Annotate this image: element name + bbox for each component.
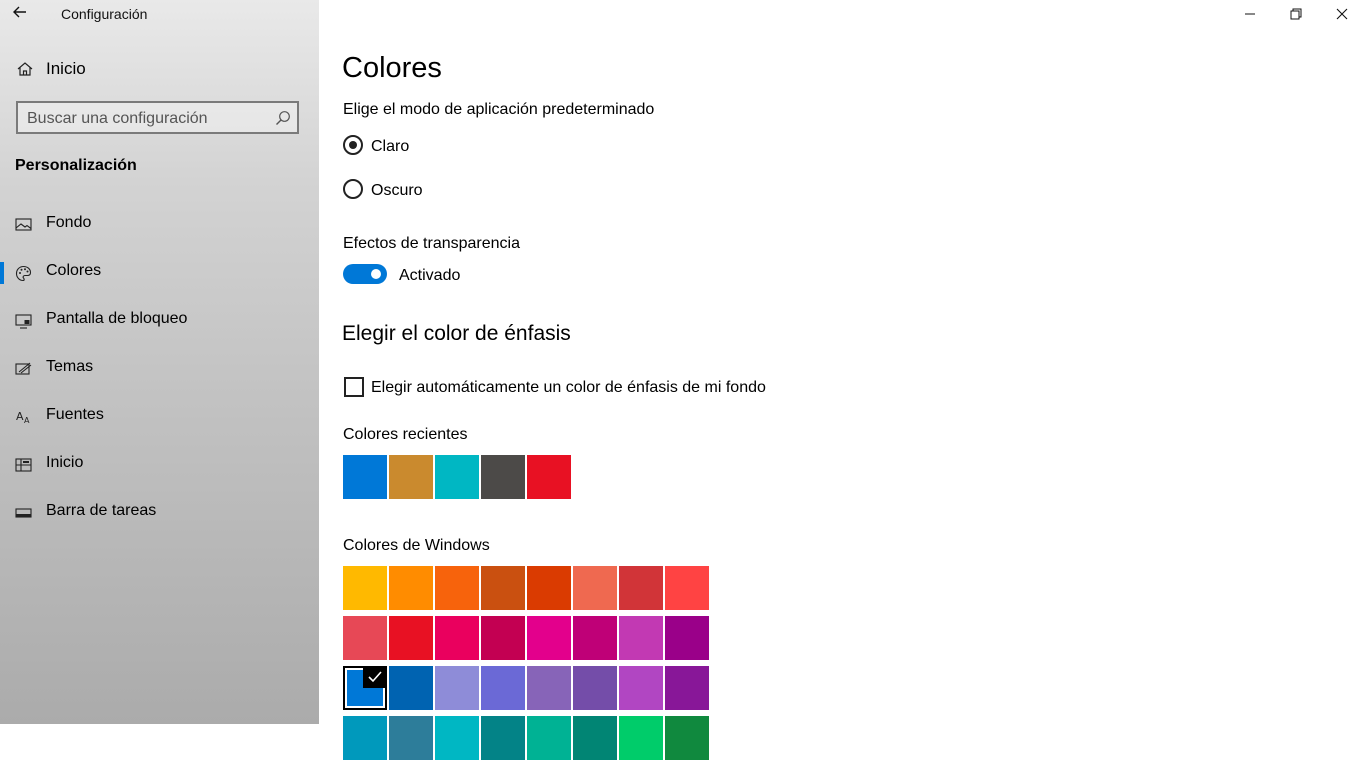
sidebar-item-barra-de-tareas[interactable]: Barra de tareas <box>0 494 319 532</box>
recent-colors-label: Colores recientes <box>343 426 468 443</box>
accent-heading: Elegir el color de énfasis <box>342 322 571 345</box>
restore-button[interactable] <box>1273 0 1319 28</box>
close-button[interactable] <box>1319 0 1356 28</box>
minimize-icon <box>1245 13 1255 15</box>
windows-color-swatch[interactable] <box>343 716 387 760</box>
windows-color-swatch[interactable] <box>343 616 387 660</box>
back-button[interactable] <box>10 3 38 25</box>
radio-claro[interactable] <box>343 135 363 155</box>
app-mode-label: Elige el modo de aplicación predetermina… <box>343 101 655 118</box>
sidebar-item-label: Fuentes <box>46 406 104 423</box>
close-icon <box>1336 8 1348 20</box>
sidebar: Configuración Inicio Personalización Fon… <box>0 0 319 724</box>
windows-color-swatch[interactable] <box>389 666 433 710</box>
windows-color-swatch[interactable] <box>435 716 479 760</box>
windows-color-swatch[interactable] <box>619 566 663 610</box>
nav-home[interactable]: Inicio <box>0 52 319 86</box>
windows-color-swatch[interactable] <box>481 616 525 660</box>
recent-colors-row <box>343 455 571 499</box>
back-arrow-icon <box>13 6 26 18</box>
windows-color-swatch[interactable] <box>343 666 387 710</box>
auto-accent-label[interactable]: Elegir automáticamente un color de énfas… <box>371 379 766 397</box>
windows-color-swatch[interactable] <box>435 666 479 710</box>
windows-color-swatch[interactable] <box>665 616 709 660</box>
section-title: Personalización <box>15 157 137 174</box>
sidebar-item-label: Colores <box>46 262 102 279</box>
windows-color-swatch[interactable] <box>665 716 709 760</box>
search-input[interactable] <box>18 103 279 134</box>
taskbar-icon <box>15 508 32 518</box>
windows-color-swatch[interactable] <box>619 616 663 660</box>
sidebar-item-label: Inicio <box>46 454 84 471</box>
app-title: Configuración <box>61 6 148 22</box>
checkmark-icon <box>363 666 387 688</box>
recent-color-swatch[interactable] <box>527 455 571 499</box>
search-icon[interactable] <box>275 110 291 126</box>
sidebar-item-inicio[interactable]: Inicio <box>0 446 319 484</box>
sidebar-item-pantalla-de-bloqueo[interactable]: Pantalla de bloqueo <box>0 302 319 340</box>
toggle-knob <box>371 269 381 279</box>
recent-color-swatch[interactable] <box>481 455 525 499</box>
svg-text:A: A <box>16 410 24 423</box>
search-box[interactable] <box>16 101 299 134</box>
auto-accent-checkbox[interactable] <box>344 377 364 397</box>
sidebar-item-label: Temas <box>46 358 94 375</box>
windows-colors-row <box>343 566 709 610</box>
windows-colors-row <box>343 716 709 760</box>
windows-colors-row <box>343 616 709 660</box>
windows-color-swatch[interactable] <box>619 666 663 710</box>
sidebar-item-label: Barra de tareas <box>46 502 157 519</box>
palette-icon <box>15 265 32 282</box>
home-icon <box>17 62 33 76</box>
page-title: Colores <box>342 52 442 84</box>
nav-home-label: Inicio <box>46 59 86 78</box>
sidebar-item-fuentes[interactable]: A A Fuentes <box>0 398 319 436</box>
windows-color-swatch[interactable] <box>389 716 433 760</box>
windows-color-swatch[interactable] <box>665 566 709 610</box>
windows-color-swatch[interactable] <box>527 666 571 710</box>
radio-oscuro[interactable] <box>343 179 363 199</box>
windows-color-swatch[interactable] <box>573 716 617 760</box>
sidebar-item-colores[interactable]: Colores <box>0 254 319 292</box>
windows-color-swatch[interactable] <box>527 566 571 610</box>
themes-icon <box>15 362 32 375</box>
svg-text:A: A <box>24 416 30 425</box>
windows-color-swatch[interactable] <box>527 716 571 760</box>
radio-selected-dot <box>349 141 357 149</box>
windows-color-swatch[interactable] <box>573 616 617 660</box>
restore-icon <box>1290 8 1302 20</box>
windows-color-swatch[interactable] <box>573 666 617 710</box>
lock-screen-icon <box>15 314 32 329</box>
minimize-button[interactable] <box>1227 0 1273 28</box>
windows-colors-label: Colores de Windows <box>343 537 490 554</box>
sidebar-item-label: Fondo <box>46 214 92 231</box>
recent-color-swatch[interactable] <box>435 455 479 499</box>
sidebar-item-temas[interactable]: Temas <box>0 350 319 388</box>
windows-color-swatch[interactable] <box>481 566 525 610</box>
windows-color-swatch[interactable] <box>481 666 525 710</box>
windows-color-swatch[interactable] <box>573 566 617 610</box>
transparency-label: Efectos de transparencia <box>343 235 520 252</box>
sidebar-item-fondo[interactable]: Fondo <box>0 206 319 244</box>
windows-color-swatch[interactable] <box>435 566 479 610</box>
transparency-state: Activado <box>399 267 461 284</box>
windows-color-swatch[interactable] <box>527 616 571 660</box>
radio-claro-label[interactable]: Claro <box>371 138 409 156</box>
windows-color-swatch[interactable] <box>665 666 709 710</box>
sidebar-item-label: Pantalla de bloqueo <box>46 310 188 327</box>
recent-color-swatch[interactable] <box>389 455 433 499</box>
picture-icon <box>15 218 32 231</box>
windows-color-swatch[interactable] <box>481 716 525 760</box>
start-icon <box>15 458 32 472</box>
recent-color-swatch[interactable] <box>343 455 387 499</box>
radio-oscuro-label[interactable]: Oscuro <box>371 182 423 200</box>
transparency-toggle[interactable] <box>343 264 387 284</box>
fonts-icon: A A <box>16 410 30 425</box>
windows-colors-row <box>343 666 709 710</box>
windows-color-swatch[interactable] <box>619 716 663 760</box>
windows-color-swatch[interactable] <box>389 616 433 660</box>
windows-color-swatch[interactable] <box>389 566 433 610</box>
windows-color-swatch[interactable] <box>343 566 387 610</box>
windows-color-swatch[interactable] <box>435 616 479 660</box>
